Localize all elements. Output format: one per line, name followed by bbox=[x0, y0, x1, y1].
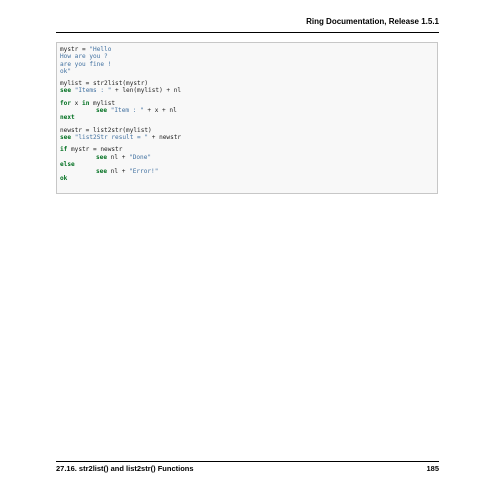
code-line: see nl + "Error!" bbox=[60, 168, 437, 175]
code-keyword: see bbox=[96, 107, 108, 115]
footer-section-title: 27.16. str2list() and list2str() Functio… bbox=[56, 464, 194, 473]
code-keyword-line: ok bbox=[60, 175, 68, 183]
code-line: ok" bbox=[60, 67, 72, 75]
code-line: are you fine ! bbox=[60, 60, 112, 68]
code-text: nl + bbox=[107, 168, 130, 176]
code-text: nl + bbox=[107, 153, 130, 161]
code-text: + x + nl bbox=[143, 107, 177, 115]
code-keyword-line: next bbox=[60, 114, 75, 122]
code-keyword: see bbox=[60, 133, 72, 141]
code-line: mystr = "Hello bbox=[60, 46, 437, 53]
code-block: mystr = "Hello How are you ? are you fin… bbox=[56, 42, 438, 194]
code-text: + newstr bbox=[148, 133, 182, 141]
document-page: Ring Documentation, Release 1.5.1 mystr … bbox=[0, 0, 495, 495]
running-header-title: Ring Documentation, Release 1.5.1 bbox=[306, 17, 439, 26]
code-string: "Hello bbox=[89, 46, 112, 53]
code-line: see nl + "Done" bbox=[60, 154, 437, 161]
code-text: mylist bbox=[89, 99, 116, 107]
code-string: "Done" bbox=[129, 153, 152, 161]
code-text: mystr = bbox=[60, 46, 90, 53]
code-line: see "Items : " + len(mylist) + nl bbox=[60, 87, 437, 94]
code-string: "Error!" bbox=[129, 168, 159, 176]
code-keyword-line: else bbox=[60, 160, 75, 168]
code-line: see "list2Str result = " + newstr bbox=[60, 134, 437, 141]
code-line: for x in mylist bbox=[60, 100, 437, 107]
code-keyword: see bbox=[96, 153, 108, 161]
code-line: newstr = list2str(mylist) bbox=[60, 126, 152, 134]
code-string: "Items : " bbox=[74, 87, 112, 95]
code-string: "list2Str result = " bbox=[74, 133, 149, 141]
code-keyword: see bbox=[96, 168, 108, 176]
code-line: if mystr = newstr bbox=[60, 146, 437, 153]
code-line: mylist = str2list(mystr) bbox=[60, 80, 149, 88]
code-text: mystr = newstr bbox=[67, 146, 123, 154]
code-keyword: see bbox=[60, 87, 72, 95]
code-string: "Item : " bbox=[110, 107, 144, 115]
header-divider bbox=[56, 32, 439, 33]
code-line: How are you ? bbox=[60, 53, 108, 61]
code-text: x bbox=[71, 99, 83, 107]
page-number: 185 bbox=[426, 464, 439, 473]
code-keyword: for bbox=[60, 99, 72, 107]
footer-divider bbox=[56, 461, 439, 462]
code-text: + len(mylist) + nl bbox=[111, 87, 182, 95]
code-line: see "Item : " + x + nl bbox=[60, 107, 437, 114]
